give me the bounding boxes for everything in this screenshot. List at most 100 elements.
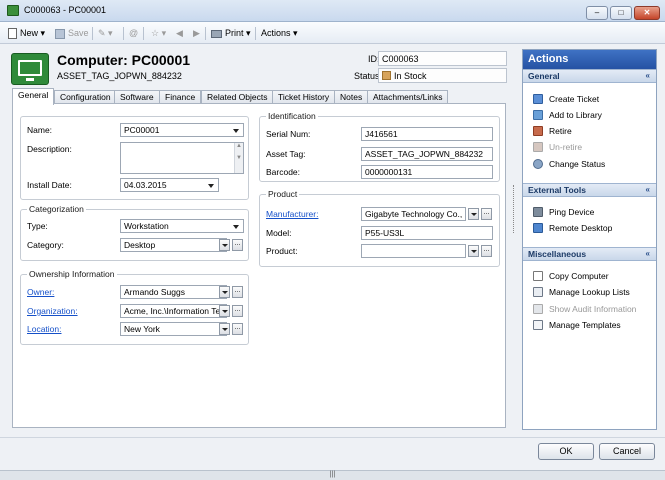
product-field[interactable]: [361, 244, 466, 258]
location-field[interactable]: New York: [120, 322, 227, 336]
tab-notes[interactable]: Notes: [334, 90, 369, 104]
list-icon: [533, 287, 543, 297]
tab-attachments-links[interactable]: Attachments/Links: [367, 90, 449, 104]
toolbar-divider: [255, 27, 256, 40]
status-icon: [533, 159, 543, 169]
categorization-group: Categorization Type: Workstation Categor…: [20, 204, 249, 261]
retire-action[interactable]: Retire: [533, 125, 572, 137]
resize-grip[interactable]: |||: [0, 470, 665, 480]
close-button[interactable]: ✕: [634, 6, 660, 20]
change-status-action[interactable]: Change Status: [533, 158, 605, 170]
print-button[interactable]: Print ▾: [211, 26, 251, 40]
barcode-field[interactable]: 0000000131: [361, 165, 493, 179]
printer-icon: [211, 29, 222, 38]
description-scrollbar[interactable]: ▲ ▼: [234, 143, 243, 173]
copy-computer-action[interactable]: Copy Computer: [533, 270, 609, 282]
actions-menu-button[interactable]: Actions ▾: [261, 26, 298, 40]
owner-link[interactable]: Owner:: [27, 287, 54, 297]
product-group: Product Manufacturer: Gigabyte Technolog…: [259, 189, 500, 267]
miscellaneous-section-header[interactable]: Miscellaneous «: [523, 247, 656, 261]
minimize-button[interactable]: –: [586, 6, 608, 20]
star-icon: ☆: [151, 28, 160, 38]
ping-device-action[interactable]: Ping Device: [533, 206, 594, 218]
tab-software[interactable]: Software: [114, 90, 160, 104]
ping-device-label: Ping Device: [549, 207, 595, 217]
toolbar: New ▾ Save ✎ ▾ @ ☆ ▾ ◀ ▶ Print ▾ Actions…: [0, 22, 665, 44]
cancel-button[interactable]: Cancel: [599, 443, 655, 460]
category-label: Category:: [27, 240, 64, 250]
organization-dropdown-button[interactable]: [219, 305, 230, 317]
add-to-library-label: Add to Library: [549, 110, 602, 120]
model-field[interactable]: P55-US3L: [361, 226, 493, 240]
collapse-icon[interactable]: «: [646, 248, 650, 260]
toolbar-divider: [123, 27, 124, 40]
forward-button[interactable]: ▶: [193, 26, 200, 40]
ok-button[interactable]: OK: [538, 443, 594, 460]
serial-num-field[interactable]: J416561: [361, 127, 493, 141]
add-to-library-action[interactable]: Add to Library: [533, 109, 602, 121]
organization-field[interactable]: Acme, Inc.\Information Tec: [120, 304, 227, 318]
forward-arrow-icon: ▶: [193, 28, 200, 38]
create-ticket-action[interactable]: Create Ticket: [533, 93, 599, 105]
tab-configuration[interactable]: Configuration: [54, 90, 117, 104]
organization-browse-button[interactable]: ...: [232, 305, 243, 317]
category-field[interactable]: Desktop: [120, 238, 227, 252]
asset-tag-label: Asset Tag:: [266, 149, 306, 159]
manufacturer-browse-button[interactable]: ...: [481, 208, 492, 220]
product-browse-button[interactable]: ...: [481, 245, 492, 257]
location-link[interactable]: Location:: [27, 324, 62, 334]
new-button[interactable]: New ▾: [8, 26, 45, 40]
manage-templates-action[interactable]: Manage Templates: [533, 319, 621, 331]
back-button[interactable]: ◀: [176, 26, 183, 40]
name-label: Name:: [27, 125, 53, 135]
tab-finance[interactable]: Finance: [159, 90, 202, 104]
location-browse-button[interactable]: ...: [232, 323, 243, 335]
collapse-icon[interactable]: «: [646, 70, 650, 82]
install-date-field[interactable]: 04.03.2015: [120, 178, 219, 192]
tab-related-objects[interactable]: Related Objects: [201, 90, 274, 104]
organization-link[interactable]: Organization:: [27, 306, 78, 316]
window-title: C000063 - PC00001: [24, 5, 107, 15]
tab-general[interactable]: General: [12, 88, 55, 105]
show-audit-information-label: Show Audit Information: [549, 304, 637, 314]
manufacturer-field[interactable]: Gigabyte Technology Co., Lt: [361, 207, 466, 221]
show-audit-information-action[interactable]: Show Audit Information: [533, 303, 636, 315]
collapse-icon[interactable]: «: [646, 184, 650, 196]
type-label: Type:: [27, 221, 48, 231]
description-label: Description:: [27, 144, 72, 154]
location-dropdown-button[interactable]: [219, 323, 230, 335]
wrench-icon: ✎: [98, 28, 106, 38]
wrench-button[interactable]: ✎ ▾: [98, 26, 113, 40]
description-field[interactable]: ▲ ▼: [120, 142, 244, 174]
tab-ticket-history[interactable]: Ticket History: [272, 90, 336, 104]
model-label: Model:: [266, 228, 292, 238]
owner-browse-button[interactable]: ...: [232, 286, 243, 298]
manufacturer-link[interactable]: Manufacturer:: [266, 209, 318, 219]
type-select[interactable]: Workstation: [120, 219, 244, 233]
general-section-header[interactable]: General «: [523, 69, 656, 83]
save-button[interactable]: Save: [55, 26, 89, 40]
manufacturer-dropdown-button[interactable]: [468, 208, 479, 220]
remote-desktop-label: Remote Desktop: [549, 223, 613, 233]
attach-button[interactable]: @: [129, 26, 138, 40]
print-label: Print: [225, 28, 244, 38]
maximize-button[interactable]: □: [610, 6, 632, 20]
favorite-button[interactable]: ☆ ▾: [151, 26, 166, 40]
external-tools-section-header[interactable]: External Tools «: [523, 183, 656, 197]
manage-lookup-lists-action[interactable]: Manage Lookup Lists: [533, 286, 630, 298]
remote-desktop-action[interactable]: Remote Desktop: [533, 222, 612, 234]
un-retire-action[interactable]: Un-retire: [533, 141, 582, 153]
owner-dropdown-button[interactable]: [219, 286, 230, 298]
category-dropdown-button[interactable]: [219, 239, 230, 251]
panel-splitter[interactable]: [513, 185, 516, 233]
computer-monitor-icon: [11, 53, 49, 85]
name-field[interactable]: PC00001: [120, 123, 244, 137]
product-dropdown-button[interactable]: [468, 245, 479, 257]
category-browse-button[interactable]: ...: [232, 239, 243, 251]
ownership-group: Ownership Information Owner: Armando Sug…: [20, 269, 249, 345]
asset-tag-field[interactable]: ASSET_TAG_JOPWN_884232: [361, 147, 493, 161]
copy-icon: [533, 271, 543, 281]
library-icon: [533, 110, 543, 120]
owner-field[interactable]: Armando Suggs: [120, 285, 227, 299]
asset-tag-subtitle: ASSET_TAG_JOPWN_884232: [57, 71, 182, 81]
